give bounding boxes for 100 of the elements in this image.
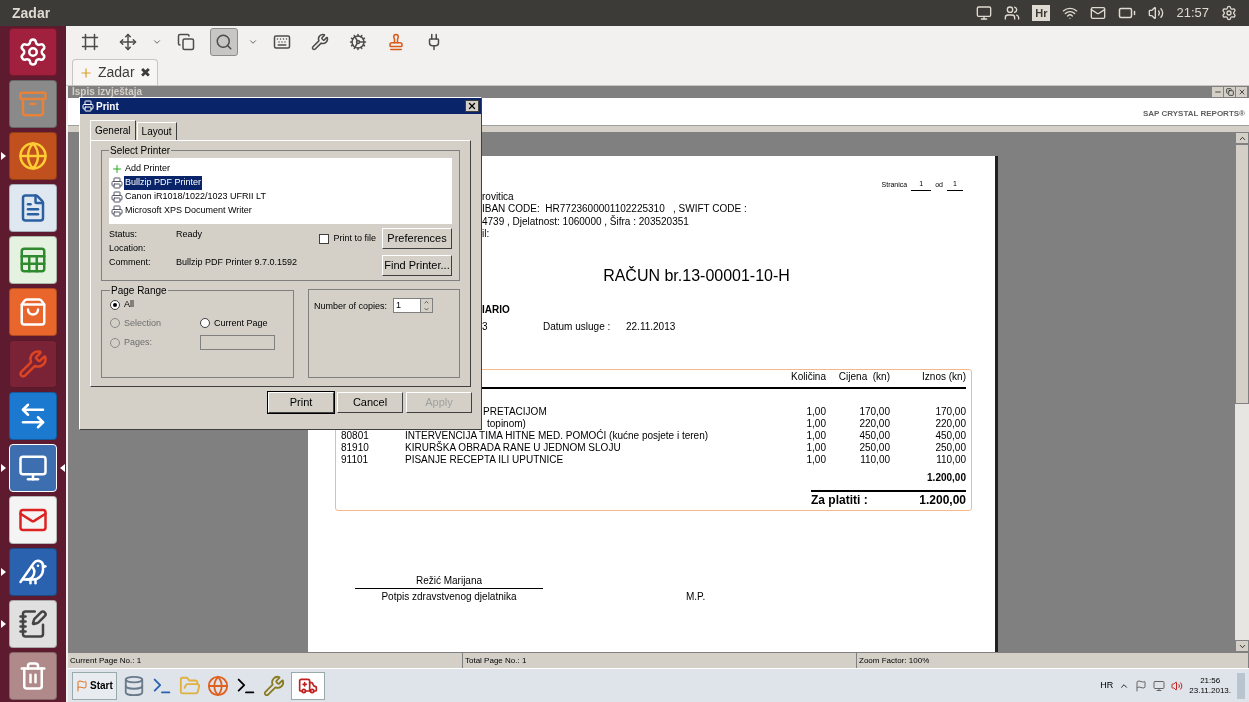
info-label: Status: [109,228,138,239]
printer-item[interactable]: Bullzip PDF Printer [124,176,203,190]
column-header: Količina [789,370,826,383]
language-indicator[interactable]: HR [1100,678,1114,693]
vertical-scrollbar[interactable] [1235,132,1249,652]
dialog-title: Print [96,99,119,114]
close-icon [467,101,477,111]
item-quantity: 1,00 [805,441,826,454]
network-icon[interactable] [1153,679,1166,692]
patient-name: IARIO [482,302,510,317]
radio-label: Selection [124,316,162,330]
colored-cross-icon [79,65,93,80]
service-date-label: Datum usluge : [543,319,612,334]
move-icon [119,33,137,51]
dialog-tab[interactable]: Layout [136,122,177,140]
taskbar-date[interactable]: 23.11.2013. [1189,685,1231,696]
pages-input-field[interactable] [200,335,275,350]
close-button[interactable] [465,100,479,112]
taskbar-time[interactable]: 21:56 [1200,675,1221,686]
item-quantity: 1,00 [805,453,826,466]
item-code: 91101 [341,453,370,466]
mail-icon[interactable] [1090,5,1107,21]
tools-icon[interactable] [262,674,285,697]
start-button[interactable]: Start [72,671,117,700]
restore-icon [1225,88,1234,96]
tab-close-button[interactable]: ✖ [139,62,151,83]
item-code: 80801 [341,429,370,442]
start-label: Start [90,679,113,693]
network-computer-icon[interactable] [976,5,993,21]
dialog-button[interactable]: Print [268,392,334,413]
minimize-icon [1213,88,1222,96]
invoice-title: RAČUN br.13-00001-10-H [603,265,790,286]
printer-icon [82,100,94,112]
zoom-button[interactable] [210,28,238,56]
scroll-up-button[interactable] [1235,132,1249,144]
item-amount: 170,00 [934,405,966,418]
browser-icon[interactable] [206,674,229,697]
close-button[interactable] [1236,87,1247,97]
printer-item[interactable]: Microsoft XPS Document Writer [124,204,253,218]
column-header: Iznos (kn) [921,370,966,383]
frame-icon [81,33,99,51]
scrollbar-thumb[interactable] [1235,144,1249,404]
trash-icon [18,661,48,691]
print-to-file-checkbox[interactable] [319,233,330,244]
item-amount: 450,00 [934,429,966,442]
dialog-tab[interactable]: General [90,120,136,140]
cabinet-icon [18,89,48,119]
radio-label: Pages: [124,335,153,349]
brand-label: SAP CRYSTAL REPORTS® [1142,108,1245,120]
dialog-button[interactable]: Cancel [337,392,403,413]
total-amount: 1.200,00 [919,493,966,506]
radio-button[interactable] [200,318,210,329]
tools-icon [311,33,329,51]
windows-icon [177,33,195,51]
flag-icon[interactable] [1135,679,1148,692]
company-info-line: IBAN CODE: HR7723600001102225310 , SWIFT CODE : [482,203,747,215]
settings-icon[interactable] [1221,5,1237,21]
document-tab[interactable]: Zadar ✖ [72,59,158,85]
item-quantity: 1,00 [805,405,826,418]
clock[interactable]: 21:57 [1176,3,1209,23]
item-description: INTERVENCIJA TIMA HITNE MED. POMOĆI (kućne posjete i teren) [405,429,709,441]
wifi-icon[interactable] [1062,5,1079,21]
people-icon[interactable] [1004,5,1021,21]
item-description: PISANJE RECEPTA ILI UPUTNICE [405,453,564,466]
preferences-button[interactable]: Preferences [382,228,452,249]
service-date: 22.11.2013 [626,319,676,334]
server-icon[interactable] [122,674,145,697]
item-description: topinom) [487,417,526,430]
restore-button[interactable] [1224,87,1235,97]
zoom-icon [215,33,233,51]
copies-spinner[interactable]: 1 [393,298,434,313]
keyboard-layout-indicator[interactable]: Hr [1032,4,1051,22]
item-quantity: 1,00 [805,429,826,442]
item-price: 450,00 [858,429,890,442]
scroll-down-button[interactable] [1235,640,1249,652]
info-value: Bullzip PDF Printer 9.7.0.1592 [176,256,298,267]
radio-label: Current Page [214,316,268,330]
find-printer-button[interactable]: Find Printer... [382,255,452,276]
patient-info: 3 [482,319,489,334]
group-title: Page Range [110,284,168,298]
stamp-icon [387,33,405,51]
spinner-arrows-icon[interactable] [420,299,433,312]
company-info-line: 4739 , Djelatnost: 1060000 , Šifra : 203520351 [482,215,689,228]
signer-name: Režić Marijana [355,572,543,589]
tab-label: Zadar [98,63,135,82]
add-printer-icon [111,163,123,175]
item-price: 110,00 [859,453,890,466]
item-amount: 220,00 [934,417,966,430]
radio-button[interactable] [110,299,120,310]
printer-item[interactable]: Canon iR1018/1022/1023 UFRII LT [124,190,267,204]
printer-icon [111,177,123,189]
printer-item[interactable]: Add Printer [124,162,172,176]
item-amount: 250,00 [934,441,966,454]
launcher-item[interactable] [0,444,66,492]
column-header: Cijena (kn) [837,370,890,383]
keyboard-icon [273,33,291,51]
volume-icon[interactable] [1148,5,1165,21]
ambulance-app-button[interactable] [290,671,325,700]
item-amount: 110,00 [935,453,966,466]
volume-icon[interactable] [1171,679,1184,692]
